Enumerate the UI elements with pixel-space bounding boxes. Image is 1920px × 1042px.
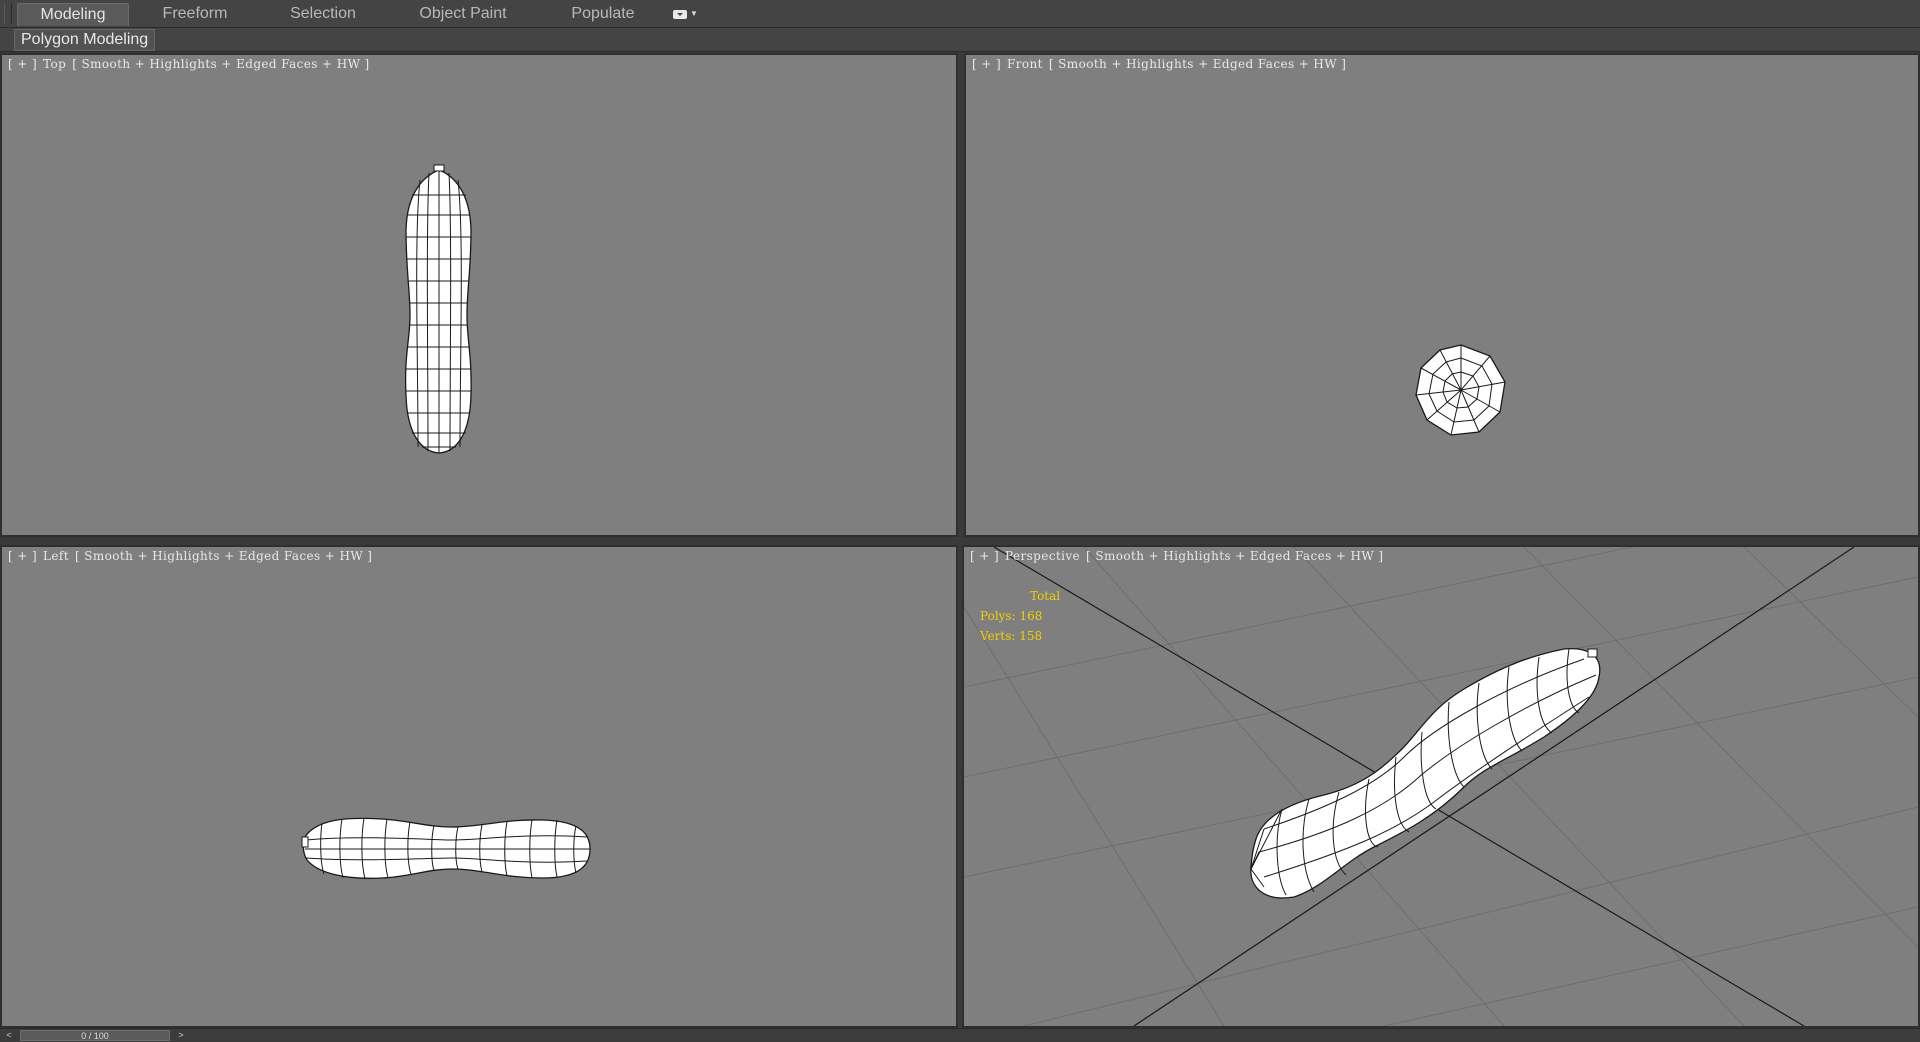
viewport-view-name[interactable]: Perspective xyxy=(1005,549,1080,563)
viewport-label-perspective[interactable]: [ + ] Perspective [ Smooth + Highlights + … xyxy=(970,549,1389,563)
viewport-shading-mode[interactable]: [ Smooth + Highlights + Edged Faces + HW… xyxy=(1086,549,1383,563)
time-prev-button[interactable]: < xyxy=(2,1029,16,1041)
ribbon-options-icon[interactable]: ▼ xyxy=(673,7,705,21)
viewport-perspective[interactable]: [ + ] Perspective [ Smooth + Highlights + … xyxy=(962,545,1920,1028)
viewport-top[interactable]: [ + ] Top[ Smooth + Highlights + Edged Fa… xyxy=(0,53,958,537)
stats-verts: Verts: 158 xyxy=(980,629,1043,643)
ribbon-tab-bar: Modeling Freeform Selection Object Paint… xyxy=(0,0,1920,28)
front-view-canvas xyxy=(1415,344,1506,436)
viewport-front[interactable]: [ + ] Front[ Smooth + Highlights + Edged … xyxy=(964,53,1920,537)
stats-polys: Polys: 168 xyxy=(980,609,1043,623)
viewport-left[interactable]: [ + ] Left[ Smooth + Highlights + Edged F… xyxy=(0,545,958,1028)
top-view-canvas xyxy=(404,164,472,454)
ribbon-grip-handle[interactable] xyxy=(4,3,12,24)
perspective-view-canvas xyxy=(964,547,1918,1026)
time-next-button[interactable]: > xyxy=(174,1029,188,1041)
capsule-mesh-left[interactable] xyxy=(301,817,591,880)
capsule-mesh-front[interactable] xyxy=(1415,344,1506,436)
ribbon-panel-bar: Polygon Modeling xyxy=(0,28,1920,52)
tab-selection[interactable]: Selection xyxy=(268,3,378,25)
tab-object-paint[interactable]: Object Paint xyxy=(403,3,523,25)
time-slider-bar: < 0 / 100 > xyxy=(0,1028,1920,1041)
left-view-canvas xyxy=(301,817,591,880)
time-slider[interactable]: 0 / 100 xyxy=(20,1030,170,1041)
chevron-down-icon: ▼ xyxy=(690,9,698,19)
panel-polygon-modeling[interactable]: Polygon Modeling xyxy=(14,29,156,51)
capsule-mesh-top[interactable] xyxy=(404,164,472,454)
tab-freeform[interactable]: Freeform xyxy=(140,3,250,25)
tab-populate[interactable]: Populate xyxy=(548,3,658,25)
ribbon-options-box-icon xyxy=(673,9,687,19)
tab-modeling[interactable]: Modeling xyxy=(17,3,129,26)
stats-total-label: Total xyxy=(1030,589,1061,603)
viewport-menu-plus[interactable]: [ + ] xyxy=(970,549,999,563)
viewport-statistics: Total Polys: 168 Verts: 158 xyxy=(980,586,1060,646)
